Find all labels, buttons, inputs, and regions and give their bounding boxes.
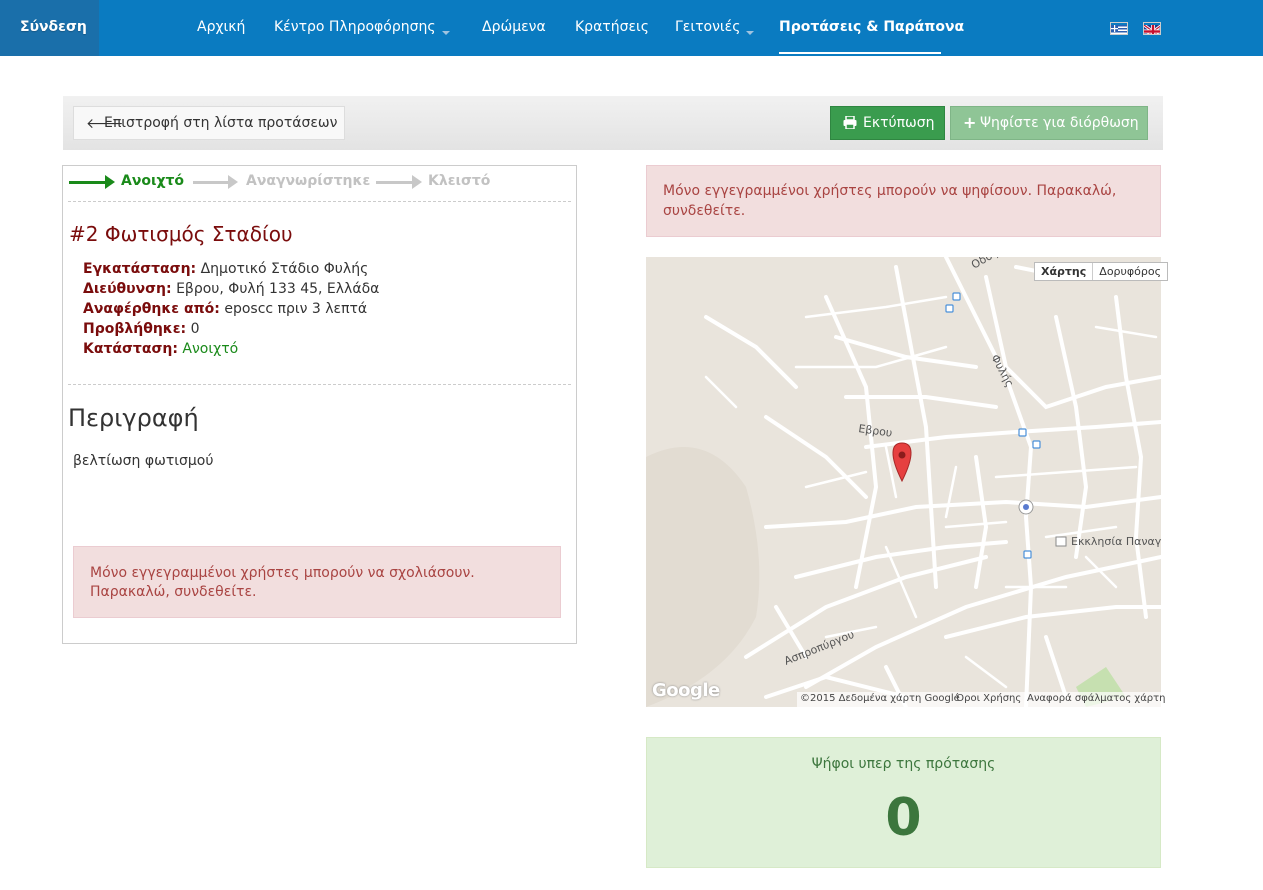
status-arrow-icon bbox=[69, 175, 115, 189]
nav-item-label: Κρατήσεις bbox=[575, 19, 649, 35]
issue-title: #2 Φωτισμός Σταδίου bbox=[69, 222, 293, 246]
location-map[interactable]: Οδός Φυλής Εβρου Ασπροπύργου Εκκλησία Πα… bbox=[646, 257, 1161, 707]
vote-button-label: Ψηφίστε για διόρθωση bbox=[980, 115, 1139, 131]
greek-flag-icon[interactable] bbox=[1110, 22, 1128, 35]
nav-item-bookings[interactable]: Κρατήσεις bbox=[575, 19, 649, 35]
field-key: Κατάσταση: bbox=[83, 341, 178, 357]
vote-login-alert: Μόνο εγγεγραμμένοι χρήστες μπορούν να ψη… bbox=[646, 165, 1161, 237]
field-value: 0 bbox=[190, 321, 200, 337]
field-key: Αναφέρθηκε από: bbox=[83, 301, 220, 317]
print-button[interactable]: Εκτύπωση bbox=[830, 106, 945, 140]
alert-line: Παρακαλώ, συνδεθείτε. bbox=[90, 584, 257, 600]
nav-item-label: Γειτονιές bbox=[675, 19, 741, 35]
uk-flag-icon[interactable] bbox=[1143, 22, 1161, 35]
nav-item-label: Προτάσεις & Παράπονα bbox=[779, 19, 965, 35]
caret-down-icon bbox=[441, 31, 450, 35]
field-value: Εβρου, Φυλή 133 45, Ελλάδα bbox=[176, 281, 380, 297]
votes-count: 0 bbox=[885, 788, 922, 848]
field-value: eposcc πριν 3 λεπτά bbox=[224, 301, 368, 317]
divider bbox=[68, 384, 571, 385]
map-type-map-button[interactable]: Χάρτης bbox=[1035, 263, 1094, 280]
poi-label-church: Εκκλησία Παναγίας bbox=[1071, 535, 1161, 548]
status-step-acknowledged: Αναγνωρίστηκε bbox=[246, 173, 371, 189]
poi-icon-dot bbox=[1023, 504, 1029, 510]
map-report-error-link[interactable]: Αναφορά σφάλματος χάρτη bbox=[1027, 693, 1166, 704]
map-type-control[interactable]: Χάρτης Δορυφόρος bbox=[1034, 262, 1169, 281]
status-value: Ανοιχτό bbox=[182, 341, 239, 357]
printer-icon bbox=[843, 115, 857, 133]
field-views: Προβλήθηκε: 0 bbox=[83, 321, 200, 337]
nav-item-neighborhoods[interactable]: Γειτονιές bbox=[675, 19, 755, 35]
field-address: Διεύθυνση: Εβρου, Φυλή 133 45, Ελλάδα bbox=[83, 281, 379, 297]
nav-item-suggestions[interactable]: Προτάσεις & Παράπονα bbox=[779, 19, 964, 35]
nav-item-label: Αρχική bbox=[197, 19, 246, 35]
nav-item-home[interactable]: Αρχική bbox=[197, 19, 245, 35]
nav-item-label: Κέντρο Πληροφόρησης bbox=[274, 19, 436, 35]
login-link[interactable]: Σύνδεση bbox=[0, 0, 99, 56]
alert-line: Μόνο εγγεγραμμένοι χρήστες μπορούν να ψη… bbox=[663, 183, 1117, 199]
login-label: Σύνδεση bbox=[20, 19, 87, 35]
map-streets[interactable]: Οδός Φυλής Εβρου Ασπροπύργου Εκκλησία Πα… bbox=[646, 257, 1161, 707]
back-button-label: Επιστροφή στη λίστα προτάσεων bbox=[104, 115, 338, 131]
description-text: βελτίωση φωτισμού bbox=[73, 453, 214, 469]
nav-item-info-center[interactable]: Κέντρο Πληροφόρησης bbox=[274, 19, 450, 35]
field-key: Διεύθυνση: bbox=[83, 281, 172, 297]
votes-label: Ψήφοι υπερ της πρότασης bbox=[811, 756, 996, 772]
alert-line: συνδεθείτε. bbox=[663, 203, 746, 219]
map-terms-link[interactable]: Όροι Χρήσης bbox=[956, 693, 1021, 704]
plus-icon: + bbox=[963, 113, 977, 132]
vote-button[interactable]: + Ψηφίστε για διόρθωση bbox=[950, 106, 1148, 140]
map-type-satellite-button[interactable]: Δορυφόρος bbox=[1093, 263, 1167, 280]
status-arrow-icon bbox=[193, 175, 238, 189]
alert-line: Μόνο εγγεγραμμένοι χρήστες μπορούν να σχ… bbox=[90, 565, 475, 581]
votes-panel: Ψήφοι υπερ της πρότασης 0 bbox=[646, 737, 1161, 868]
divider bbox=[68, 201, 571, 202]
print-button-label: Εκτύπωση bbox=[863, 115, 935, 131]
field-facility: Εγκατάσταση: Δημοτικό Στάδιο Φυλής bbox=[83, 261, 368, 277]
nav-item-events[interactable]: Δρώμενα bbox=[482, 19, 546, 35]
field-status: Κατάσταση: Ανοιχτό bbox=[83, 341, 238, 357]
map-copyright: ©2015 Δεδομένα χάρτη Google bbox=[800, 693, 960, 704]
nav-item-label: Δρώμενα bbox=[482, 19, 546, 35]
description-heading: Περιγραφή bbox=[68, 404, 199, 432]
field-key: Προβλήθηκε: bbox=[83, 321, 187, 337]
status-step-closed: Κλειστό bbox=[428, 173, 491, 189]
field-key: Εγκατάσταση: bbox=[83, 261, 197, 277]
caret-down-icon bbox=[746, 31, 755, 35]
church-icon bbox=[1055, 536, 1067, 547]
field-value: Δημοτικό Στάδιο Φυλής bbox=[200, 261, 369, 277]
comment-login-alert: Μόνο εγγεγραμμένοι χρήστες μπορούν να σχ… bbox=[73, 546, 561, 618]
active-nav-indicator bbox=[779, 52, 941, 54]
field-reported-by: Αναφέρθηκε από: eposcc πριν 3 λεπτά bbox=[83, 301, 367, 317]
back-to-list-button[interactable]: 🡐 Επιστροφή στη λίστα προτάσεων bbox=[73, 106, 345, 140]
top-navbar: Σύνδεση Αρχική Κέντρο Πληροφόρησης Δρώμε… bbox=[0, 0, 1263, 56]
google-logo: Google bbox=[652, 680, 720, 701]
status-step-open: Ανοιχτό bbox=[121, 173, 185, 189]
map-attribution: ©2015 Δεδομένα χάρτη Google Όροι Χρήσης … bbox=[797, 692, 1166, 707]
status-arrow-icon bbox=[376, 175, 422, 189]
